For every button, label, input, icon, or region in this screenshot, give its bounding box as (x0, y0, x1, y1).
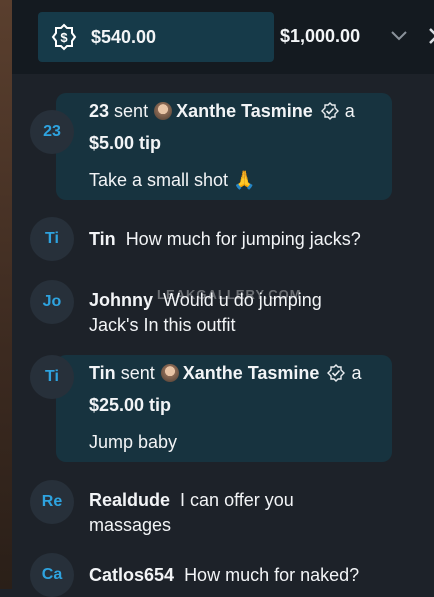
sender-name[interactable]: Johnny (89, 290, 153, 310)
goal-dollar-icon: $ (51, 23, 77, 51)
message-line: Tin How much for jumping jacks? (89, 227, 361, 251)
tip-message: Ti Tin sent Xanthe Tasmine a $25.00 tip Ju… (12, 355, 434, 463)
chat-message: Re Realdude I can offer you massages (12, 480, 434, 536)
goal-progress-fill: $ $540.00 (38, 12, 274, 62)
avatar[interactable]: Ti (30, 355, 74, 399)
tip-note: Jump baby (89, 432, 178, 452)
sender-name[interactable]: Catlos654 (89, 565, 174, 585)
sent-label: sent (120, 363, 155, 383)
sender-name[interactable]: Tin (89, 229, 116, 249)
recipient-name[interactable]: Xanthe Tasmine (183, 363, 320, 383)
tip-message: 23 23 sent Xanthe Tasmine a $5.00 tip Take… (12, 93, 434, 201)
avatar[interactable]: Ti (30, 217, 74, 261)
chat-message: Ti Tin How much for jumping jacks? (12, 217, 434, 261)
tip-note: Take a small shot 🙏 (89, 170, 256, 190)
sent-label: sent (114, 101, 149, 121)
sender-name[interactable]: Tin (89, 363, 116, 383)
recipient-avatar (160, 364, 179, 382)
tip-amount: $5.00 tip (89, 133, 162, 153)
chevron-down-icon[interactable] (390, 29, 408, 43)
chat-feed: 23 23 sent Xanthe Tasmine a $5.00 tip Take… (12, 74, 434, 597)
message-text-continued: massages (89, 515, 172, 535)
a-label: a (344, 101, 355, 121)
message-line: Realdude I can offer you (89, 488, 294, 512)
recipient-name[interactable]: Xanthe Tasmine (176, 101, 313, 121)
chat-message: Ca Catlos654 How much for naked? (12, 553, 434, 597)
message-text: How much for jumping jacks? (125, 229, 361, 249)
goal-target-amount: $1,000.00 (280, 26, 361, 46)
svg-text:$: $ (60, 30, 68, 45)
verified-icon (320, 102, 339, 120)
avatar[interactable]: Jo (30, 280, 74, 324)
avatar[interactable]: Ca (30, 553, 74, 597)
close-icon[interactable] (427, 26, 434, 46)
avatar[interactable]: 23 (30, 110, 74, 154)
tip-amount: $25.00 tip (89, 395, 172, 415)
tip-goal-bar: $ $540.00 $1,000.00 (12, 0, 434, 74)
message-text-continued: Jack's In this outfit (89, 315, 236, 335)
watermark: LEAKGALLERY.COM (157, 287, 302, 302)
goal-current-amount: $540.00 (91, 26, 157, 47)
tip-header: Tin sent Xanthe Tasmine a (89, 361, 361, 385)
avatar[interactable]: Re (30, 480, 74, 524)
message-text: How much for naked? (184, 565, 360, 585)
background-edge (0, 0, 12, 589)
verified-icon (327, 364, 346, 382)
tip-header: 23 sent Xanthe Tasmine a (89, 99, 355, 123)
message-text: I can offer you (180, 490, 294, 510)
recipient-avatar (154, 102, 173, 120)
message-line: Catlos654 How much for naked? (89, 563, 359, 587)
a-label: a (351, 363, 362, 383)
sender-name[interactable]: 23 (89, 101, 109, 121)
sender-name[interactable]: Realdude (89, 490, 170, 510)
